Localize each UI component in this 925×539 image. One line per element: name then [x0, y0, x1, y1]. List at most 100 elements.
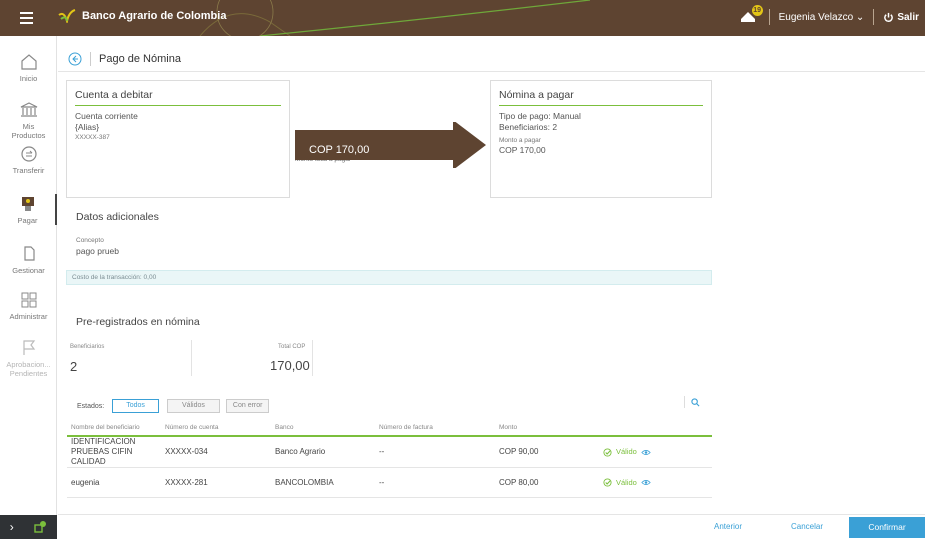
total-amount-value: COP 170,00 — [309, 144, 370, 156]
user-name: Eugenia Velazco — [778, 11, 854, 23]
sidebar-item-label: Aprobacion... Pendientes — [6, 360, 51, 378]
table-search — [684, 396, 700, 408]
total-cop-value: 170,00 — [270, 358, 310, 373]
eye-icon[interactable] — [641, 479, 651, 486]
col-header-status — [603, 420, 712, 437]
beneficiary-name-line: IDENTIFICACION — [71, 437, 136, 446]
beneficiary-name: eugenia — [67, 467, 165, 498]
sidebar: Inicio Mis Productos Transferir Pagar Ge… — [0, 36, 57, 539]
account-number: XXXXX-387 — [75, 134, 110, 141]
sidebar-item-label: Administrar — [9, 312, 48, 321]
concept-label: Concepto — [76, 237, 104, 244]
concept-value: pago prueb — [76, 246, 120, 256]
grid-icon — [21, 292, 36, 308]
beneficiaries-count: Beneficiarios: 2 — [499, 122, 558, 132]
home-icon — [20, 54, 37, 70]
main-content: Pago de Nómina Cuenta a debitar Cuenta c… — [58, 36, 925, 539]
sidebar-item-label: Mis Productos — [11, 122, 46, 140]
transaction-cost-bar: Costo de la transacción: 0,00 — [66, 270, 712, 285]
beneficiaries-value: 2 — [70, 359, 78, 374]
amount-cell: COP 90,00 — [499, 436, 603, 468]
col-header-invoice: Número de factura — [379, 420, 499, 437]
sidebar-item-transferir[interactable]: Transferir — [0, 144, 57, 175]
filter-con-error[interactable]: Con error — [225, 399, 270, 413]
sidebar-item-gestionar[interactable]: Gestionar — [0, 244, 57, 275]
total-cop-label: Total COP — [278, 344, 306, 350]
beneficiaries-table: Nombre del beneficiario Número de cuenta… — [67, 420, 712, 498]
sidebar-item-inicio[interactable]: Inicio — [0, 52, 57, 83]
col-header-bank: Banco — [275, 420, 379, 437]
account-number-cell: XXXXX-034 — [165, 436, 275, 468]
user-menu[interactable]: Eugenia Velazco ⌄ — [779, 12, 865, 23]
eye-icon[interactable] — [641, 449, 651, 456]
notification-badge: 19 — [751, 5, 763, 16]
table-row: eugenia XXXXX-281 BANCOLOMBIA -- COP 80,… — [67, 467, 712, 498]
filter-todos[interactable]: Todos — [112, 399, 159, 413]
payroll-card: Nómina a pagar Tipo de pago: Manual Bene… — [490, 80, 712, 198]
page-header: Pago de Nómina — [58, 46, 925, 72]
additional-data-title: Datos adicionales — [76, 211, 159, 223]
status-label: Válido — [616, 477, 637, 487]
transfer-icon — [20, 146, 37, 162]
back-arrow-icon[interactable] — [68, 52, 82, 66]
sidebar-item-pagar[interactable]: Pagar — [0, 194, 57, 225]
sidebar-item-label: Pagar — [17, 216, 38, 225]
brand: Banco Agrario de Colombia — [58, 9, 226, 23]
sidebar-item-label: Transferir — [12, 166, 45, 175]
account-type: Cuenta corriente — [75, 111, 138, 121]
invoice-cell: -- — [379, 436, 499, 468]
col-header-amount: Monto — [499, 420, 603, 437]
previous-button[interactable]: Anterior — [714, 522, 742, 531]
account-number-cell: XXXXX-281 — [165, 467, 275, 498]
filter-validos[interactable]: Válidos — [166, 399, 220, 413]
top-bar: Banco Agrario de Colombia 19 Eugenia Vel… — [0, 0, 925, 36]
sidebar-item-label: Inicio — [19, 74, 38, 83]
expand-icon[interactable]: › — [10, 520, 14, 534]
sidebar-item-aprobaciones[interactable]: Aprobacion... Pendientes — [0, 338, 57, 378]
preregistered-title: Pre-registrados en nómina — [76, 316, 200, 328]
chevron-down-icon: ⌄ — [855, 11, 865, 23]
status-cell: Válido — [603, 467, 712, 498]
check-circle-icon — [603, 478, 612, 487]
power-icon — [884, 12, 894, 22]
search-icon[interactable] — [691, 397, 700, 407]
bank-cell: Banco Agrario — [275, 436, 379, 468]
sidebar-item-label: Gestionar — [12, 266, 45, 275]
flag-icon — [22, 340, 35, 355]
payroll-amount-label: Monto a pagar — [499, 137, 541, 144]
sidebar-item-administrar[interactable]: Administrar — [0, 290, 57, 321]
status-cell: Válido — [603, 436, 712, 468]
sidebar-item-mis-productos[interactable]: Mis Productos — [0, 100, 57, 140]
payroll-amount: COP 170,00 — [499, 145, 546, 155]
beneficiary-name-line: eugenia — [71, 477, 100, 487]
logout-label: Salir — [897, 11, 919, 23]
action-footer: Anterior Cancelar Confirmar — [58, 514, 925, 539]
payroll-card-title: Nómina a pagar — [499, 89, 703, 106]
table-header-row: Nombre del beneficiario Número de cuenta… — [67, 420, 712, 437]
cancel-button[interactable]: Cancelar — [791, 522, 823, 531]
beneficiary-name: IDENTIFICACION PRUEBAS CIFIN CALIDAD — [67, 436, 165, 468]
bank-cell: BANCOLOMBIA — [275, 467, 379, 498]
filter-label: Estados: — [77, 402, 105, 410]
debit-account-card: Cuenta a debitar Cuenta corriente {Alias… — [66, 80, 290, 198]
bank-icon — [20, 102, 37, 117]
status-filter: Estados: Todos Válidos Con error — [77, 399, 270, 413]
notifications-button[interactable]: 19 — [740, 5, 763, 25]
col-header-account: Número de cuenta — [165, 420, 275, 437]
page-title: Pago de Nómina — [99, 52, 181, 65]
invoice-cell: -- — [379, 467, 499, 498]
chat-icon[interactable] — [33, 520, 47, 534]
amount-cell: COP 80,00 — [499, 467, 603, 498]
account-alias: {Alias} — [75, 122, 100, 132]
logout-button[interactable]: Salir — [883, 12, 919, 23]
menu-button[interactable] — [8, 6, 44, 30]
col-header-name: Nombre del beneficiario — [67, 420, 165, 437]
table-row: IDENTIFICACION PRUEBAS CIFIN CALIDAD XXXX… — [67, 436, 712, 468]
beneficiaries-label: Beneficiarios — [70, 344, 105, 350]
manage-icon — [23, 246, 35, 261]
pay-icon — [21, 197, 34, 211]
beneficiary-name-line: PRUEBAS CIFIN CALIDAD — [71, 447, 133, 466]
check-circle-icon — [603, 447, 612, 457]
confirm-button[interactable]: Confirmar — [849, 517, 925, 538]
status-label: Válido — [616, 447, 637, 456]
